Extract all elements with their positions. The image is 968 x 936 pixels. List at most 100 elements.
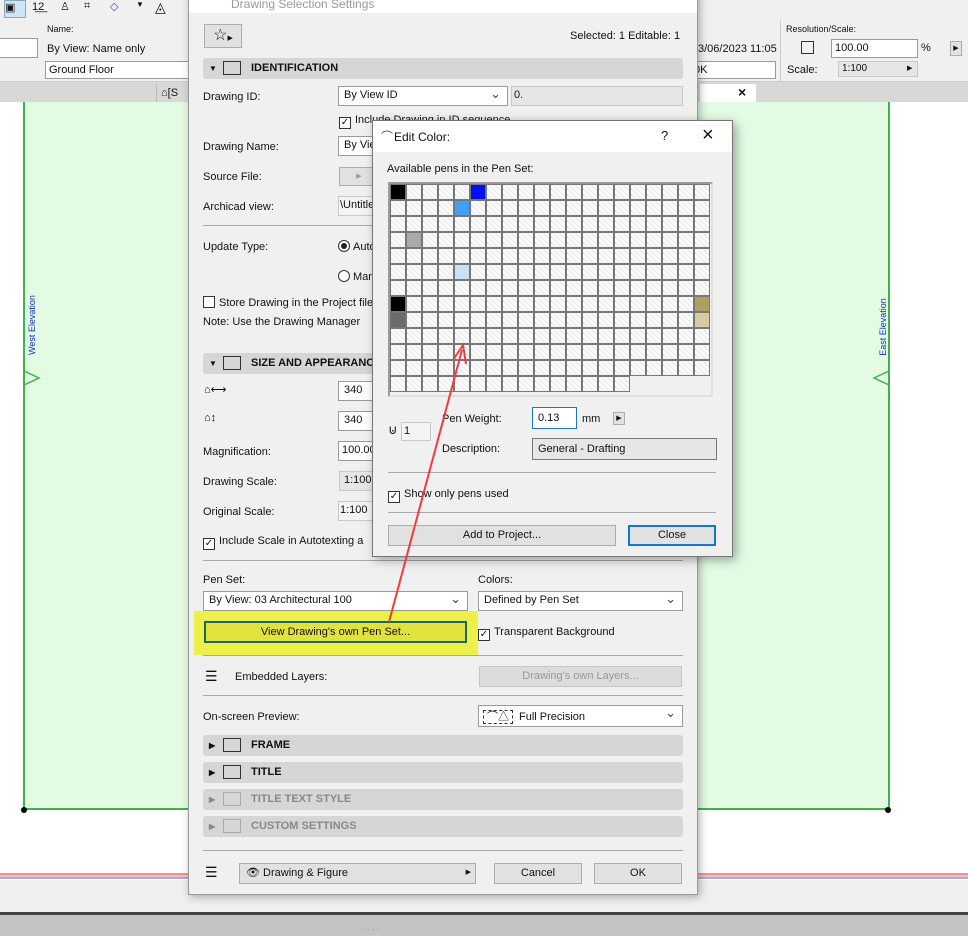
pen-cell[interactable] [614, 280, 630, 296]
pen-cell[interactable] [566, 184, 582, 200]
section-frame[interactable]: ▶ FRAME [203, 735, 683, 756]
pen-cell[interactable] [502, 296, 518, 312]
pen-cell[interactable] [630, 232, 646, 248]
pen-cell[interactable] [678, 360, 694, 376]
pen-cell[interactable] [390, 280, 406, 296]
pen-cell[interactable] [518, 344, 534, 360]
pen-cell[interactable] [566, 296, 582, 312]
pen-cell[interactable] [694, 312, 710, 328]
pen-cell[interactable] [534, 312, 550, 328]
pen-cell[interactable] [550, 376, 566, 392]
store-drawing-checkbox[interactable]: Store Drawing in the Project file [203, 296, 373, 309]
pen-cell[interactable] [470, 360, 486, 376]
pen-cell[interactable] [678, 328, 694, 344]
pen-cell[interactable] [438, 312, 454, 328]
pen-cell[interactable] [582, 296, 598, 312]
pen-cell[interactable] [646, 200, 662, 216]
pen-cell[interactable] [470, 328, 486, 344]
pen-cell[interactable] [678, 264, 694, 280]
pen-cell[interactable] [598, 328, 614, 344]
ok-button[interactable]: OK [594, 863, 682, 884]
own-layers-button[interactable]: Drawing's own Layers... [479, 666, 682, 687]
close-button[interactable]: Close [628, 525, 716, 546]
pen-cell[interactable] [598, 264, 614, 280]
pen-cell[interactable] [502, 248, 518, 264]
pen-cell[interactable] [630, 296, 646, 312]
pen-cell[interactable] [390, 344, 406, 360]
pen-cell[interactable] [406, 312, 422, 328]
close-icon[interactable]: × [702, 124, 714, 147]
pen-cell[interactable] [694, 344, 710, 360]
pen-cell[interactable] [678, 296, 694, 312]
pen-cell[interactable] [614, 376, 630, 392]
pen-set-select[interactable]: By View: 03 Architectural 100 [203, 591, 468, 611]
pen-cell[interactable] [566, 216, 582, 232]
pen-cell[interactable] [390, 296, 406, 312]
pen-cell[interactable] [694, 184, 710, 200]
pen-cell[interactable] [582, 248, 598, 264]
pen-cell[interactable] [438, 328, 454, 344]
pen-cell[interactable] [598, 216, 614, 232]
pen-cell[interactable] [470, 184, 486, 200]
pen-cell[interactable] [390, 184, 406, 200]
pen-cell[interactable] [470, 216, 486, 232]
pen-cell[interactable] [502, 216, 518, 232]
pen-cell[interactable] [662, 232, 678, 248]
pen-cell[interactable] [694, 328, 710, 344]
pen-cell[interactable] [646, 232, 662, 248]
pen-cell[interactable] [454, 280, 470, 296]
pen-cell[interactable] [630, 216, 646, 232]
pen-cell[interactable] [662, 360, 678, 376]
pen-cell[interactable] [678, 344, 694, 360]
pen-cell[interactable] [662, 312, 678, 328]
pen-cell[interactable] [566, 376, 582, 392]
pen-cell[interactable] [598, 296, 614, 312]
pen-cell[interactable] [550, 280, 566, 296]
pen-cell[interactable] [486, 280, 502, 296]
pen-cell[interactable] [422, 280, 438, 296]
pen-cell[interactable] [646, 184, 662, 200]
cancel-button[interactable]: Cancel [494, 863, 582, 884]
pen-cell[interactable] [454, 248, 470, 264]
pen-cell[interactable] [662, 248, 678, 264]
pen-cell[interactable] [694, 360, 710, 376]
pen-cell[interactable] [646, 296, 662, 312]
pen-cell[interactable] [486, 184, 502, 200]
pen-cell[interactable] [518, 184, 534, 200]
pen-cell[interactable] [598, 184, 614, 200]
pen-cell[interactable] [422, 296, 438, 312]
pen-cell[interactable] [486, 264, 502, 280]
pen-cell[interactable] [566, 344, 582, 360]
pen-cell[interactable] [454, 184, 470, 200]
pen-cell[interactable] [582, 216, 598, 232]
pen-cell[interactable] [454, 312, 470, 328]
pen-cell[interactable] [662, 344, 678, 360]
pen-cell[interactable] [614, 200, 630, 216]
pen-cell[interactable] [550, 312, 566, 328]
pen-cell[interactable] [534, 280, 550, 296]
pen-cell[interactable] [662, 280, 678, 296]
pen-cell[interactable] [630, 328, 646, 344]
pen-cell[interactable] [390, 360, 406, 376]
pen-cell[interactable] [534, 232, 550, 248]
pen-cell[interactable] [438, 200, 454, 216]
pen-cell[interactable] [454, 200, 470, 216]
pen-cell[interactable] [630, 248, 646, 264]
pen-cell[interactable] [406, 328, 422, 344]
pen-cell[interactable] [454, 264, 470, 280]
section-title[interactable]: ▶ TITLE [203, 762, 683, 783]
pen-cell[interactable] [598, 232, 614, 248]
pen-cell[interactable] [438, 264, 454, 280]
pen-cell[interactable] [582, 200, 598, 216]
drawing-id-select[interactable]: By View ID [338, 86, 508, 106]
pen-cell[interactable] [406, 232, 422, 248]
transparent-bg-checkbox[interactable]: ✓ Transparent Background [478, 626, 615, 641]
pen-cell[interactable] [518, 360, 534, 376]
pen-cell[interactable] [502, 264, 518, 280]
pen-cell[interactable] [390, 248, 406, 264]
include-scale-checkbox[interactable]: ✓ Include Scale in Autotexting a [203, 535, 363, 550]
pen-cell[interactable] [406, 200, 422, 216]
pen-cell[interactable] [518, 232, 534, 248]
pen-cell[interactable] [518, 280, 534, 296]
pen-cell[interactable] [454, 232, 470, 248]
